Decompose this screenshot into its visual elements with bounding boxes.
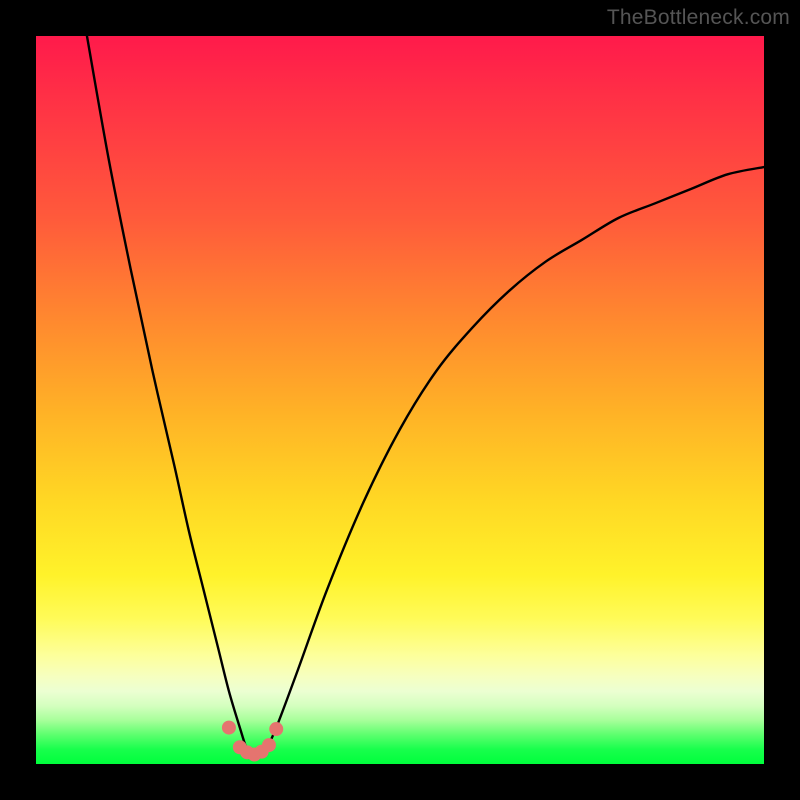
trough-markers (222, 721, 283, 762)
trough-marker (222, 721, 236, 735)
bottleneck-curve (36, 36, 764, 764)
chart-frame: TheBottleneck.com (0, 0, 800, 800)
curve-path (87, 36, 764, 757)
plot-area (36, 36, 764, 764)
trough-marker (269, 722, 283, 736)
watermark-text: TheBottleneck.com (607, 6, 790, 30)
trough-marker (262, 738, 276, 752)
